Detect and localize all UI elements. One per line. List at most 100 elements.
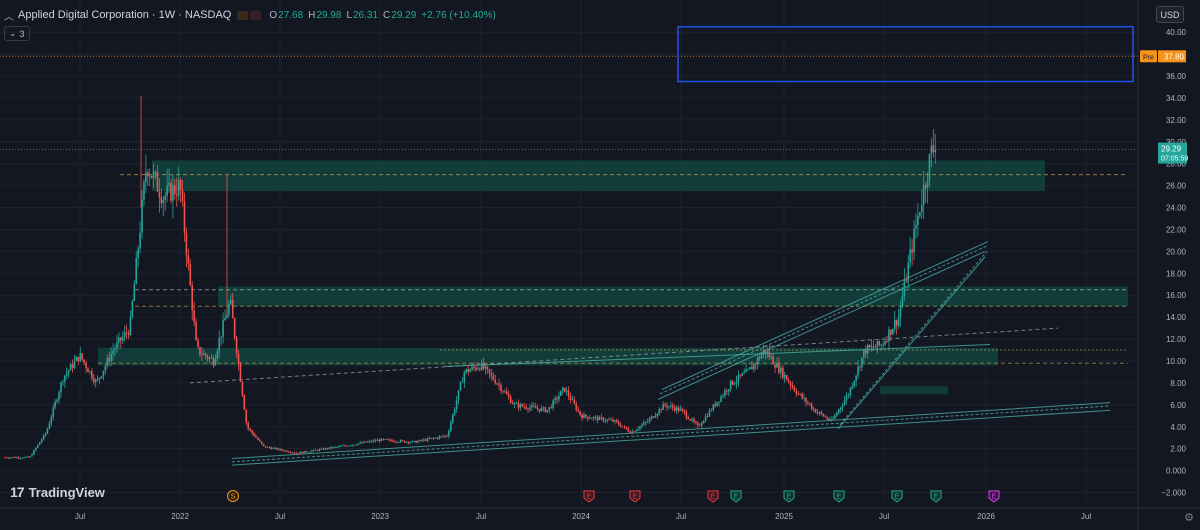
candle-body xyxy=(359,442,361,444)
candle-body xyxy=(353,444,356,446)
candle-body xyxy=(60,382,62,393)
candle-body xyxy=(922,185,925,206)
candle-body xyxy=(262,443,265,447)
candle-body xyxy=(666,405,668,408)
candle-body xyxy=(714,404,717,406)
candle-body xyxy=(556,398,558,400)
candle-body xyxy=(733,383,736,385)
candle-body xyxy=(380,438,383,442)
x-tick-label: 2023 xyxy=(371,512,389,521)
candle-body xyxy=(616,419,618,422)
event-marker-letter: E xyxy=(734,494,739,501)
candle-body xyxy=(708,410,711,417)
candle-body xyxy=(801,393,803,399)
candle-body xyxy=(610,419,612,421)
candle-body xyxy=(438,436,441,439)
candle-body xyxy=(374,440,377,442)
candle-body xyxy=(270,447,273,449)
candle-body xyxy=(550,407,552,408)
y-tick-label: 40.00 xyxy=(1166,28,1187,37)
candle-body xyxy=(598,416,601,421)
candle-body xyxy=(810,404,813,409)
candle-body xyxy=(423,439,425,441)
candle-body xyxy=(515,403,518,405)
collapse-chevron-icon[interactable]: ︿ xyxy=(4,8,14,23)
candle-body xyxy=(899,306,902,317)
candle-body xyxy=(73,361,76,368)
candle-body xyxy=(29,456,31,458)
candle-body xyxy=(187,255,190,264)
candle-body xyxy=(494,379,497,384)
candle-body xyxy=(62,381,64,383)
candle-body xyxy=(276,447,278,450)
market-status-icon xyxy=(237,10,249,20)
candle-body xyxy=(841,405,844,408)
candle-body xyxy=(174,185,176,195)
candle-body xyxy=(349,445,352,447)
candle-body xyxy=(897,316,900,326)
candle-body xyxy=(231,299,234,319)
candle-body xyxy=(295,453,298,454)
candle-body xyxy=(500,384,502,391)
event-marker-letter: E xyxy=(895,494,900,501)
candle-body xyxy=(135,257,138,285)
x-tick-label: Jul xyxy=(275,512,285,521)
candle-body xyxy=(731,380,734,385)
candle-body xyxy=(700,423,703,426)
candle-body xyxy=(770,356,773,358)
candle-body xyxy=(652,416,655,418)
candle-body xyxy=(533,405,535,407)
candle-body xyxy=(812,408,815,410)
candle-body xyxy=(89,371,91,373)
candle-body xyxy=(110,354,112,362)
settings-gear-icon[interactable]: ⚙ xyxy=(1184,511,1194,524)
candle-body xyxy=(430,437,433,439)
candle-body xyxy=(133,284,136,302)
currency-selector[interactable]: USD xyxy=(1156,6,1184,23)
candle-body xyxy=(720,396,722,402)
candle-body xyxy=(915,225,917,229)
candle-body xyxy=(577,409,580,411)
candle-body xyxy=(156,172,159,192)
candle-body xyxy=(832,418,834,420)
candle-body xyxy=(870,346,873,348)
candle-body xyxy=(129,316,132,335)
candle-body xyxy=(857,366,859,376)
candle-body xyxy=(781,367,784,378)
y-tick-label: 34.00 xyxy=(1166,94,1187,103)
candle-body xyxy=(851,386,854,388)
candle-body xyxy=(8,457,10,459)
candle-body xyxy=(179,179,182,190)
candle-body xyxy=(712,404,715,411)
tradingview-logo[interactable]: 17 TradingView xyxy=(10,484,105,500)
y-tick-label: 22.00 xyxy=(1166,225,1187,234)
indicators-toggle[interactable]: ⌄ 3 xyxy=(4,26,30,41)
candle-body xyxy=(540,408,543,412)
candle-body xyxy=(778,363,780,373)
candle-body xyxy=(822,413,825,417)
ohlc-close: C29.29 xyxy=(383,9,417,21)
candle-body xyxy=(282,450,284,451)
candle-body xyxy=(69,364,72,371)
candle-body xyxy=(681,408,684,411)
candle-body xyxy=(204,353,207,357)
candle-body xyxy=(536,408,539,410)
candle-body xyxy=(44,433,47,436)
y-tick-label: 16.00 xyxy=(1166,291,1187,300)
candle-body xyxy=(56,399,58,402)
candle-body xyxy=(809,403,811,405)
candle-body xyxy=(864,350,867,354)
symbol-title[interactable]: Applied Digital Corporation · 1W · NASDA… xyxy=(18,9,231,21)
price-chart[interactable]: −2.000 0.000 2.00 4.00 6.00 8.00 10.00 12.00 14.… xyxy=(0,0,1200,530)
candle-body xyxy=(845,395,848,401)
candle-body xyxy=(33,450,35,455)
candle-body xyxy=(685,412,688,418)
candle-body xyxy=(450,422,452,431)
candle-body xyxy=(548,407,551,411)
candle-body xyxy=(27,456,29,458)
candle-body xyxy=(413,440,415,442)
candle-body xyxy=(395,441,398,443)
candle-body xyxy=(600,416,603,418)
candle-body xyxy=(58,392,60,400)
event-marker-letter: E xyxy=(837,494,842,501)
